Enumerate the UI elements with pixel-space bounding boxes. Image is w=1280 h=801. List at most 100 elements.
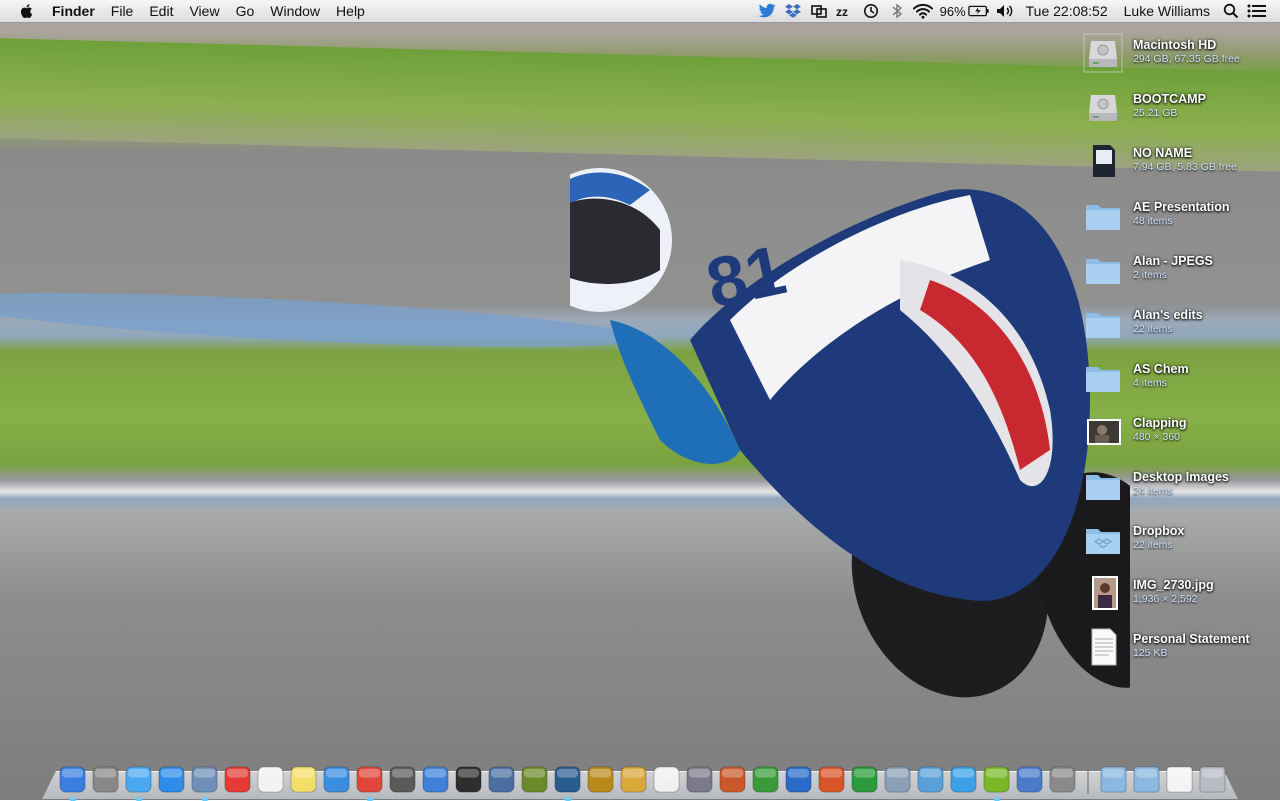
applications-stack-icon[interactable] [1097, 763, 1130, 796]
photoshop-icon[interactable] [551, 763, 584, 801]
dropbox-icon[interactable] [782, 0, 804, 22]
desktop-item-info: 24 items [1133, 485, 1173, 497]
menu-window[interactable]: Window [262, 0, 328, 22]
dropbox-folder-icon [1080, 516, 1126, 562]
dreamweaver-icon[interactable] [518, 763, 551, 796]
desktop-item-name: Dropbox [1133, 524, 1185, 538]
folder-icon [1080, 192, 1126, 238]
menu-app-finder[interactable]: Finder [48, 0, 103, 22]
preview-icon[interactable] [188, 763, 221, 801]
word-icon[interactable] [782, 763, 815, 796]
svg-text:81: 81 [700, 230, 792, 322]
desktop-item-name: Alan's edits [1133, 308, 1203, 322]
desktop-item-info: 480 × 360 [1133, 431, 1181, 443]
desktop-item-bootcamp[interactable]: BOOTCAMP 25.21 GB [1080, 84, 1280, 134]
svg-text:zz: zz [836, 5, 848, 18]
menubar-user[interactable]: Luke Williams [1116, 3, 1218, 19]
twitter-icon[interactable] [947, 763, 980, 796]
folder-icon [1080, 354, 1126, 400]
desktop-item-info: 294 GB, 67.35 GB free [1133, 53, 1240, 65]
archive-icon[interactable] [914, 763, 947, 796]
screen-sharing-icon[interactable] [1013, 763, 1046, 796]
desktop-item-img-2730[interactable]: IMG_2730.jpg 1,936 × 2,592 [1080, 570, 1280, 620]
menu-bar: Finder File Edit View Go Window Help zz … [0, 0, 1280, 23]
numbers-icon[interactable] [749, 763, 782, 796]
video-thumbnail-icon [1080, 408, 1126, 454]
dock-items [56, 760, 1229, 801]
desktop-item-name: IMG_2730.jpg [1133, 578, 1214, 592]
messages-icon[interactable] [122, 763, 155, 801]
spotify-icon[interactable] [980, 763, 1013, 801]
imovie-icon[interactable] [386, 763, 419, 796]
desktop-item-info: 25.21 GB [1133, 107, 1178, 119]
battery-icon[interactable] [967, 0, 990, 22]
sleep-icon[interactable]: zz [834, 0, 856, 22]
search-icon[interactable] [1220, 0, 1242, 22]
system-preferences-icon[interactable] [1046, 763, 1079, 796]
document-stack-icon[interactable] [1163, 763, 1196, 796]
hard-drive-icon [1080, 30, 1126, 76]
apple-logo-icon[interactable] [18, 2, 36, 20]
desktop-item-name: AS Chem [1133, 362, 1189, 376]
desktop-item-no-name[interactable]: NO NAME 7.94 GB, 5.83 GB free [1080, 138, 1280, 188]
textedit-icon[interactable] [650, 763, 683, 796]
twitter-icon[interactable] [756, 0, 778, 22]
menubar-clock[interactable]: Tue 22:08:52 [1018, 3, 1116, 19]
aperture-icon[interactable] [452, 763, 485, 796]
document-icon [1080, 624, 1126, 670]
screen-mirror-icon[interactable] [808, 0, 830, 22]
desktop-item-dropbox[interactable]: Dropbox 22 items [1080, 516, 1280, 566]
reminders-icon[interactable] [254, 763, 287, 796]
menu-go[interactable]: Go [228, 0, 263, 22]
itunes-icon[interactable] [419, 763, 452, 796]
finder-icon[interactable] [56, 763, 89, 801]
wallpaper-motorcycle-rider: 81 [570, 168, 1130, 698]
desktop-item-name: Personal Statement [1133, 632, 1250, 646]
notification-center-icon[interactable] [1246, 0, 1268, 22]
powerpoint-icon[interactable] [815, 763, 848, 796]
desktop-item-ae-presentation[interactable]: AE Presentation 48 items [1080, 192, 1280, 242]
menu-help[interactable]: Help [328, 0, 373, 22]
battery-percent[interactable]: 96% [940, 4, 966, 19]
safari-icon[interactable] [320, 763, 353, 796]
desktop-item-name: BOOTCAMP [1133, 92, 1206, 106]
desktop-item-desktop-images[interactable]: Desktop Images 24 items [1080, 462, 1280, 512]
menu-file[interactable]: File [103, 0, 142, 22]
desktop-item-info: 125 KB [1133, 647, 1168, 659]
fireworks-icon[interactable] [584, 763, 617, 796]
script-editor-icon[interactable] [683, 763, 716, 796]
desktop-item-name: Alan - JPEGS [1133, 254, 1213, 268]
folder-icon [1080, 462, 1126, 508]
pineapple-icon[interactable] [617, 763, 650, 796]
iphoto-icon[interactable] [485, 763, 518, 796]
menu-edit[interactable]: Edit [141, 0, 181, 22]
desktop-item-macintosh-hd[interactable]: Macintosh HD 294 GB, 67.35 GB free [1080, 30, 1280, 80]
dock-separator [1087, 768, 1089, 794]
desktop-item-info: 22 items [1133, 539, 1173, 551]
desktop-item-info: 4 items [1133, 377, 1167, 389]
desktop-item-clapping[interactable]: Clapping 480 × 360 [1080, 408, 1280, 458]
excel-icon[interactable] [848, 763, 881, 796]
desktop-item-info: 22 items [1133, 323, 1173, 335]
wifi-icon[interactable] [912, 0, 934, 22]
wallpaper-kerb [0, 281, 641, 359]
keynote-icon[interactable] [716, 763, 749, 796]
volume-icon[interactable] [994, 0, 1016, 22]
desktop-item-name: Macintosh HD [1133, 38, 1217, 52]
launchpad-icon[interactable] [89, 763, 122, 796]
desktop-item-name: Clapping [1133, 416, 1187, 430]
desktop-item-alans-edits[interactable]: Alan's edits 22 items [1080, 300, 1280, 350]
desktop-item-personal-statement[interactable]: Personal Statement 125 KB [1080, 624, 1280, 674]
stickies-icon[interactable] [287, 763, 320, 796]
bluetooth-icon[interactable] [886, 0, 908, 22]
calendar-icon[interactable] [221, 763, 254, 796]
menu-view[interactable]: View [181, 0, 227, 22]
desktop-item-alan-jpegs[interactable]: Alan - JPEGS 2 items [1080, 246, 1280, 296]
chrome-icon[interactable] [353, 763, 386, 801]
trash-icon[interactable] [1196, 763, 1229, 796]
image-capture-icon[interactable] [881, 763, 914, 796]
documents-stack-icon[interactable] [1130, 763, 1163, 796]
desktop-item-as-chem[interactable]: AS Chem 4 items [1080, 354, 1280, 404]
app-store-icon[interactable] [155, 763, 188, 796]
time-machine-icon[interactable] [860, 0, 882, 22]
